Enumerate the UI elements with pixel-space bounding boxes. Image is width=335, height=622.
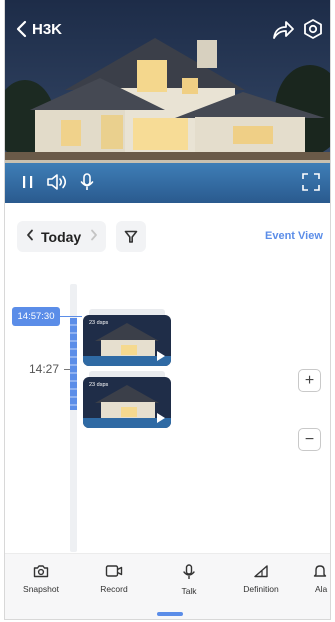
microphone-icon xyxy=(183,564,195,579)
filter-button[interactable] xyxy=(116,221,146,252)
play-icon xyxy=(157,351,165,361)
alarm-button[interactable]: Ala xyxy=(301,564,330,594)
live-video[interactable]: H3K xyxy=(5,0,330,203)
share-arrow-icon xyxy=(273,21,294,39)
settings-hexagon-icon xyxy=(304,19,322,39)
hour-label: 14:27 xyxy=(29,362,60,376)
current-time-line xyxy=(60,316,82,317)
previous-day-button[interactable] xyxy=(21,228,39,246)
record-button[interactable]: Record xyxy=(84,564,144,594)
timeline-recorded-segments[interactable] xyxy=(70,318,77,410)
filter-funnel-icon xyxy=(124,230,138,243)
hour-tick xyxy=(64,369,70,370)
clip-stamp: 23 dsps xyxy=(89,382,109,388)
chevron-left-icon xyxy=(27,229,33,240)
chevron-left-icon xyxy=(16,20,27,38)
alarm-label: Ala xyxy=(315,584,328,594)
settings-button[interactable] xyxy=(302,18,324,40)
video-record-icon xyxy=(105,565,123,577)
bottom-toolbar: Snapshot Record Talk Definition Ala xyxy=(5,553,330,619)
share-button[interactable] xyxy=(271,19,295,41)
mute-button[interactable] xyxy=(45,172,69,192)
current-time-marker[interactable]: 14:57:30 xyxy=(12,307,60,326)
home-indicator xyxy=(157,612,183,616)
definition-button[interactable]: Definition xyxy=(231,564,291,594)
fullscreen-icon xyxy=(302,173,320,191)
talk-label: Talk xyxy=(181,586,197,596)
day-label: Today xyxy=(41,228,82,245)
alarm-bell-icon xyxy=(313,565,327,577)
clip-stamp: 23 dsps xyxy=(89,320,109,326)
event-clip-thumbnail[interactable]: 23 dsps xyxy=(83,315,171,366)
pause-icon xyxy=(23,176,33,188)
microphone-icon xyxy=(80,173,94,190)
snapshot-button[interactable]: Snapshot xyxy=(11,564,71,594)
back-button[interactable]: H3K xyxy=(15,17,85,41)
date-navigation: Today Event View xyxy=(5,218,330,254)
zoom-out-button[interactable]: − xyxy=(298,428,321,451)
live-talk-button[interactable] xyxy=(79,172,95,192)
chevron-right-icon xyxy=(91,229,98,240)
definition-icon xyxy=(254,565,268,578)
camera-icon xyxy=(33,565,49,578)
record-label: Record xyxy=(100,584,128,594)
pause-button[interactable] xyxy=(20,172,36,192)
day-selector: Today xyxy=(17,221,106,252)
event-clip-thumbnail[interactable]: 23 dsps xyxy=(83,377,171,428)
speaker-icon xyxy=(47,174,67,190)
snapshot-label: Snapshot xyxy=(23,584,59,594)
talk-button[interactable]: Talk xyxy=(159,564,219,596)
zoom-in-button[interactable]: + xyxy=(298,369,321,392)
video-top-bar: H3K xyxy=(5,0,330,41)
event-view-link[interactable]: Event View xyxy=(265,230,323,242)
next-day-button[interactable] xyxy=(87,228,101,246)
device-title: H3K xyxy=(32,20,63,38)
definition-label: Definition xyxy=(243,584,279,594)
fullscreen-button[interactable] xyxy=(301,172,321,192)
app-frame: H3K Today Event View 14:57:30 14:27 23 d… xyxy=(4,0,331,620)
play-icon xyxy=(157,413,165,423)
